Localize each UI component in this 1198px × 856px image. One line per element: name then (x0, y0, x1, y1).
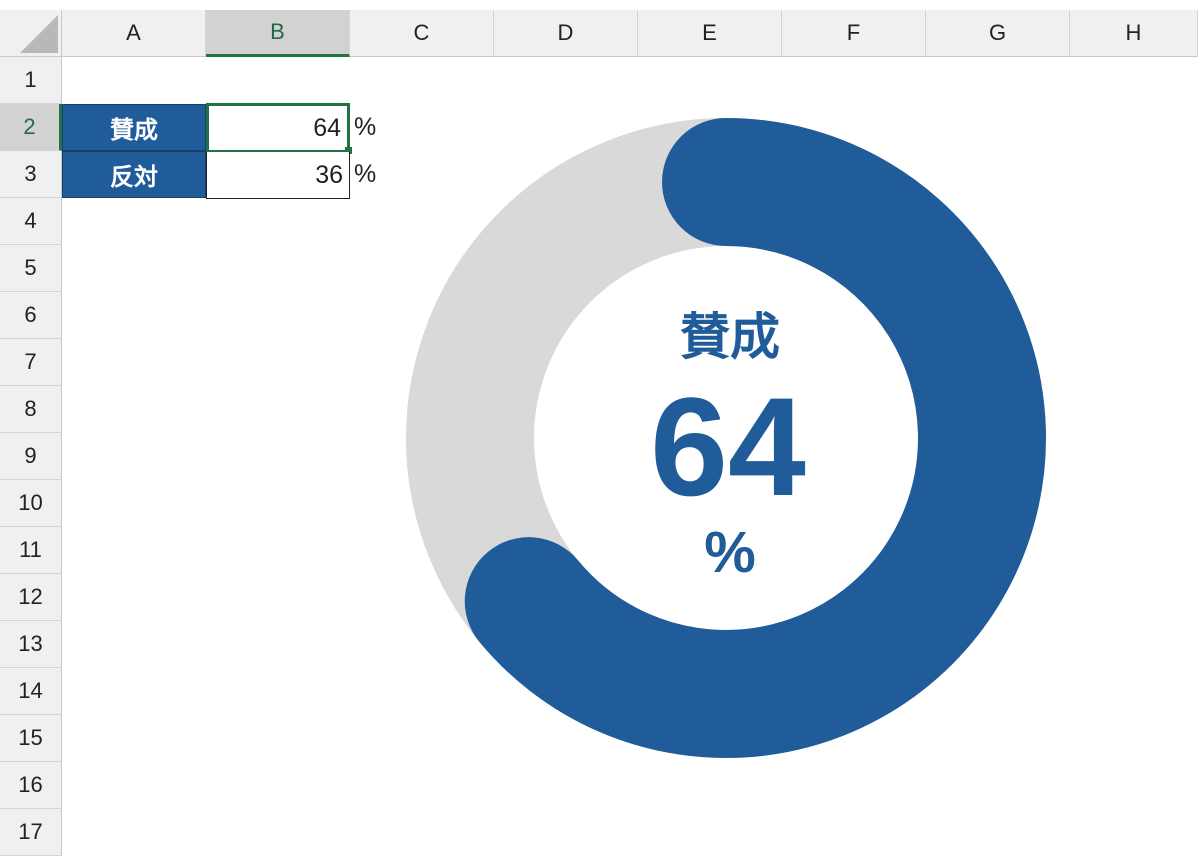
chart-unit: % (704, 520, 756, 585)
chart-value: 64 (650, 368, 806, 525)
donut-chart[interactable]: 賛成 64 % (0, 0, 1198, 853)
chart-title: 賛成 (680, 309, 780, 365)
